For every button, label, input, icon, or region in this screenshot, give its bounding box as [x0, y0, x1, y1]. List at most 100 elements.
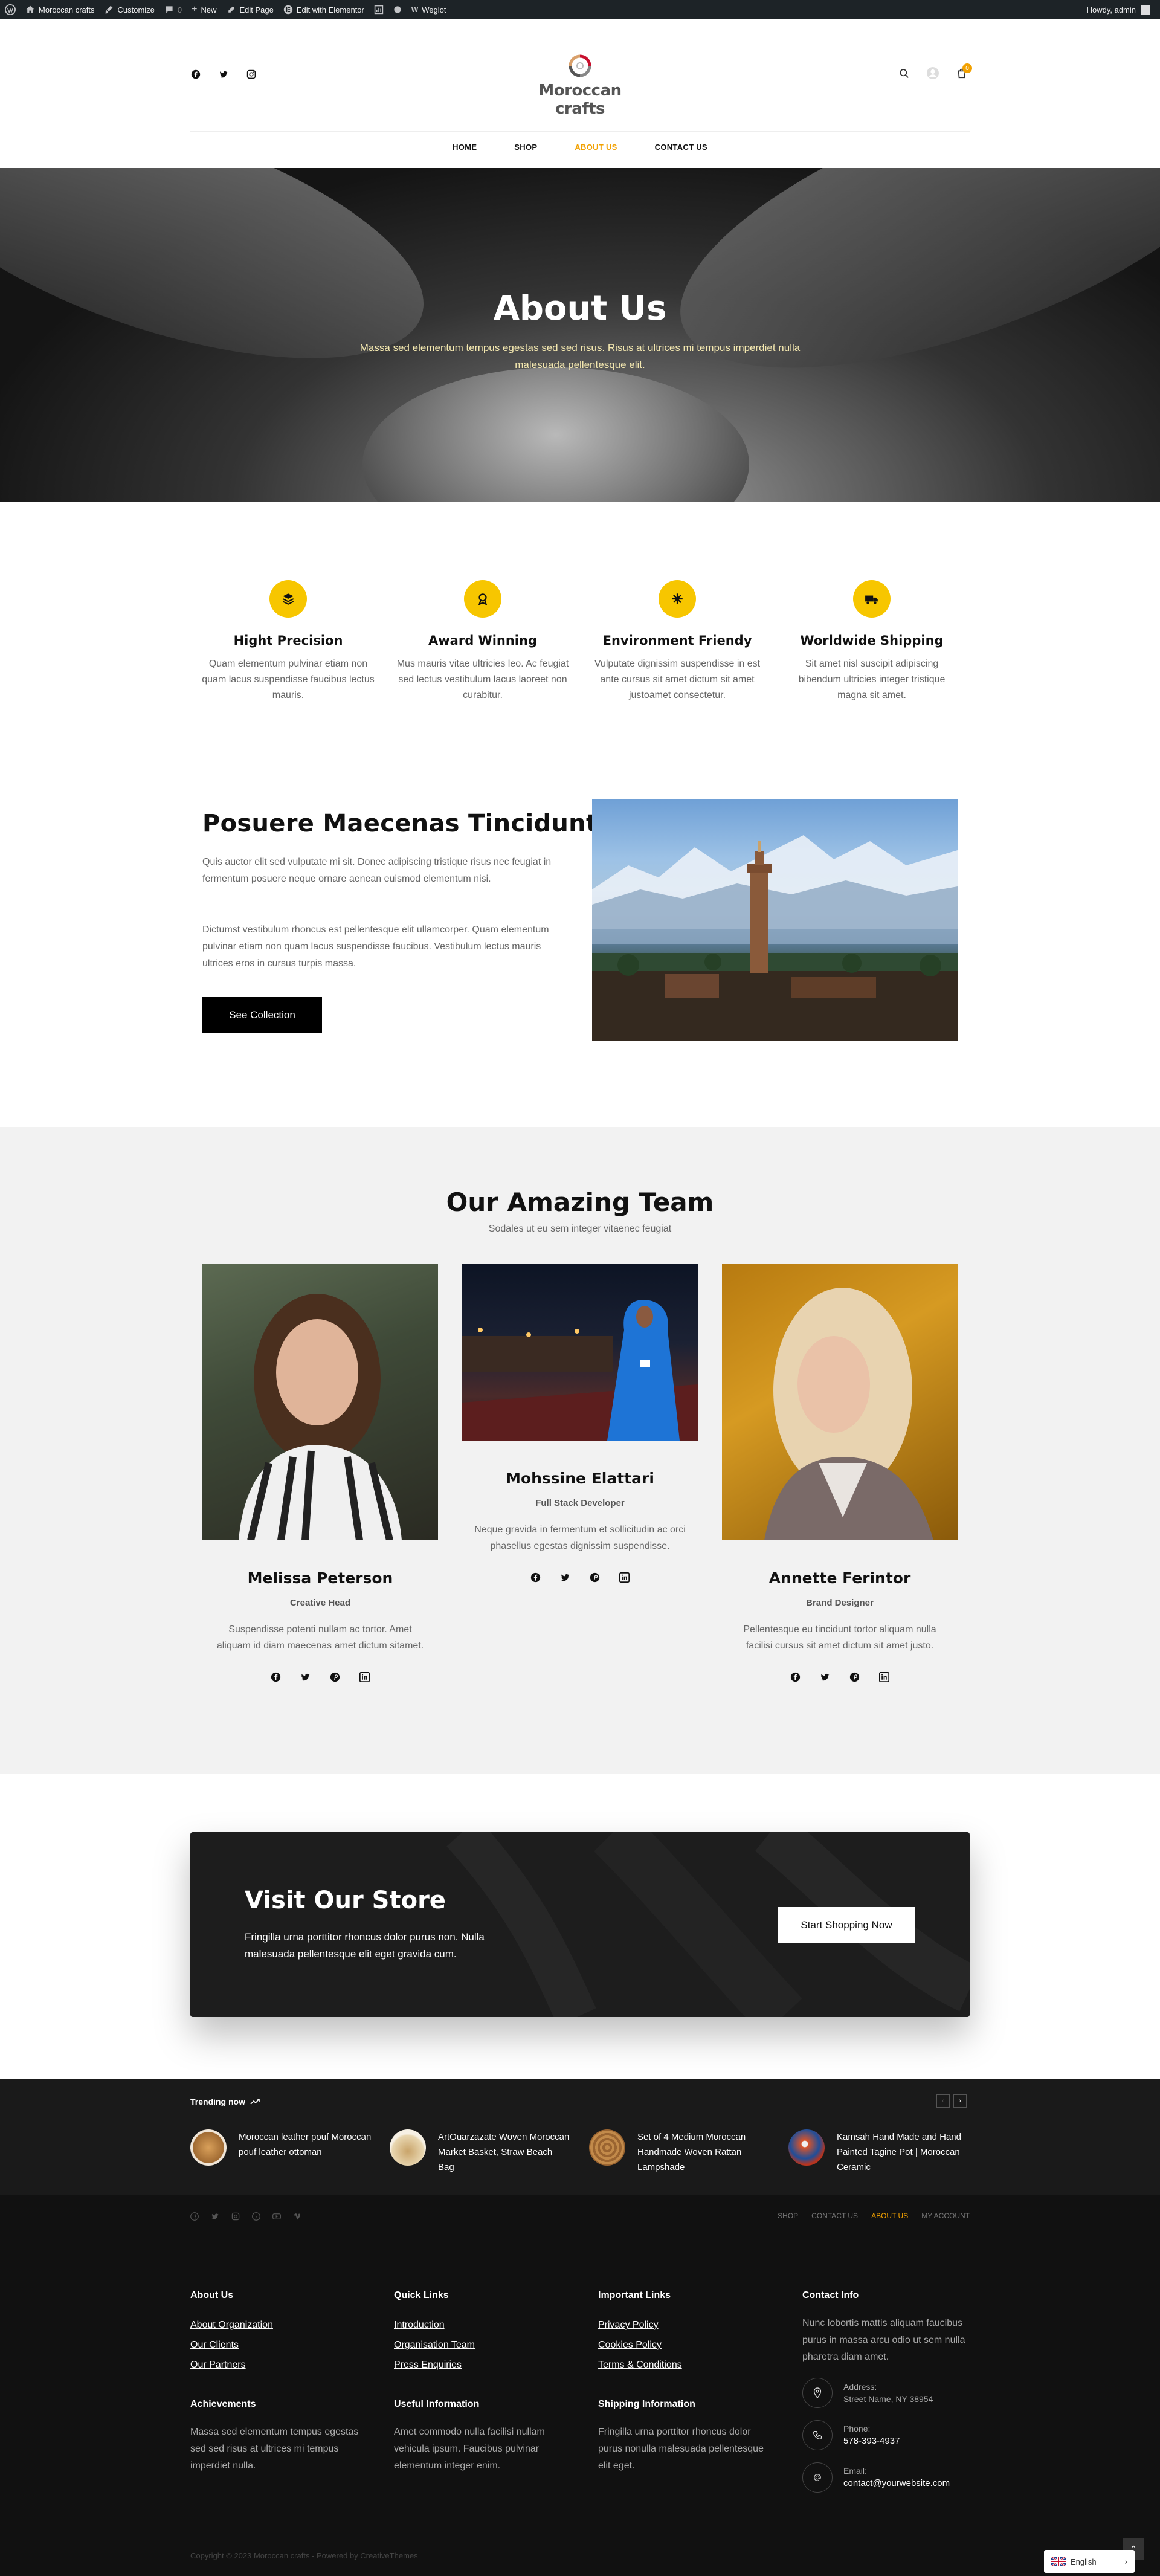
- feature-title: Environment Friendy: [602, 633, 752, 648]
- feature-text: Vulputate dignissim suspendisse in est a…: [594, 659, 761, 700]
- trending-item-title: ArtOuarzazate Woven Moroccan Market Bask…: [438, 2132, 570, 2172]
- instagram-icon[interactable]: [231, 2212, 240, 2221]
- footer-link[interactable]: Our Clients: [190, 2335, 366, 2355]
- footer-link[interactable]: About Organization: [190, 2315, 366, 2335]
- twitter-icon[interactable]: [560, 1572, 570, 1583]
- trending-item-title: Moroccan leather pouf Moroccan pouf leat…: [239, 2132, 372, 2157]
- trending-item[interactable]: ArtOuarzazate Woven Moroccan Market Bask…: [390, 2129, 571, 2175]
- pinterest-icon[interactable]: [252, 2212, 260, 2221]
- customize-link[interactable]: Customize: [104, 0, 155, 19]
- truck-icon: [853, 580, 891, 618]
- cart-button[interactable]: 0: [956, 63, 972, 79]
- nav-shop[interactable]: SHOP: [514, 143, 537, 152]
- footer-nav-contact-us[interactable]: CONTACT US: [811, 2212, 858, 2220]
- team-member-card: Annette Ferintor Brand Designer Pellente…: [722, 1264, 958, 1682]
- footer-social-links: [190, 2212, 301, 2221]
- footer-nav-about-us[interactable]: ABOUT US: [871, 2212, 908, 2220]
- edit-page-label: Edit Page: [239, 5, 274, 15]
- facebook-icon[interactable]: [190, 2212, 199, 2221]
- vimeo-icon[interactable]: [293, 2212, 301, 2221]
- footer-text: Amet commodo nulla facilisi nullam vehic…: [394, 2427, 545, 2471]
- member-photo: [462, 1264, 698, 1441]
- award-icon: [464, 580, 501, 618]
- language-switcher[interactable]: English ›: [1044, 2550, 1135, 2573]
- facebook-icon[interactable]: [530, 1572, 541, 1583]
- stats-link[interactable]: [374, 0, 384, 19]
- weglot-link[interactable]: W Weglot: [411, 0, 446, 19]
- new-link[interactable]: + New: [192, 0, 216, 19]
- twitter-icon[interactable]: [211, 2212, 219, 2221]
- footer-link[interactable]: Privacy Policy: [598, 2315, 773, 2335]
- contact-label: Email:: [843, 2466, 867, 2476]
- weglot-icon: W: [411, 5, 419, 14]
- twitter-icon[interactable]: [300, 1672, 311, 1682]
- trending-item[interactable]: Moroccan leather pouf Moroccan pouf leat…: [190, 2129, 372, 2166]
- footer-heading: Important Links: [598, 2290, 671, 2300]
- hero-banner: About Us Massa sed elementum tempus eges…: [0, 168, 1160, 502]
- footer-link[interactable]: Cookies Policy: [598, 2335, 773, 2355]
- footer-link[interactable]: Our Partners: [190, 2355, 366, 2375]
- start-shopping-button[interactable]: Start Shopping Now: [778, 1907, 915, 1943]
- footer-heading: Contact Info: [802, 2290, 859, 2300]
- member-social: [202, 1672, 438, 1682]
- comment-icon: [166, 6, 173, 13]
- contact-value[interactable]: contact@yourwebsite.com: [843, 2477, 950, 2490]
- comments-link[interactable]: 0: [164, 0, 182, 19]
- product-thumbnail: [788, 2129, 825, 2166]
- facebook-icon[interactable]: [790, 1672, 801, 1682]
- about-paragraph: Quis auctor elit sed vulputate mi sit. D…: [202, 857, 552, 884]
- search-icon[interactable]: [899, 68, 909, 79]
- nav-home[interactable]: HOME: [453, 143, 477, 152]
- trending-item[interactable]: Kamsah Hand Made and Hand Painted Tagine…: [788, 2129, 970, 2175]
- footer-column-shipping-info: Shipping Information Fringilla urna port…: [598, 2396, 773, 2474]
- linkedin-icon[interactable]: [359, 1672, 370, 1682]
- linkedin-icon[interactable]: [879, 1672, 889, 1682]
- feature-title: Hight Precision: [233, 633, 343, 648]
- site-logo[interactable]: Moroccan crafts: [520, 53, 640, 118]
- footer-nav-my-account[interactable]: MY ACCOUNT: [921, 2212, 970, 2220]
- footer-link[interactable]: Introduction: [394, 2315, 569, 2335]
- account-menu[interactable]: Howdy, admin: [1087, 5, 1150, 15]
- twitter-icon[interactable]: [218, 69, 229, 80]
- footer-top-bar: [0, 2195, 1160, 2249]
- facebook-icon[interactable]: [271, 1672, 281, 1682]
- linkedin-icon[interactable]: [619, 1572, 630, 1583]
- chevron-right-icon[interactable]: ›: [953, 2094, 967, 2108]
- nav-about-us[interactable]: ABOUT US: [575, 143, 617, 152]
- pinterest-icon[interactable]: [849, 1672, 860, 1682]
- contact-label: Phone:: [843, 2424, 871, 2433]
- edit-elementor-link[interactable]: Edit with Elementor: [283, 0, 364, 19]
- member-role: Creative Head: [289, 1598, 351, 1608]
- edit-page-link[interactable]: Edit Page: [227, 0, 274, 19]
- see-collection-button[interactable]: See Collection: [202, 997, 322, 1033]
- footer-nav-shop[interactable]: SHOP: [778, 2212, 798, 2220]
- circle-icon: [394, 6, 401, 13]
- pinterest-icon[interactable]: [590, 1572, 600, 1583]
- user-switch-link[interactable]: [393, 0, 402, 19]
- instagram-icon[interactable]: [246, 69, 257, 80]
- chart-icon: [374, 5, 384, 15]
- store-text: Fringilla urna porttitor rhoncus dolor p…: [245, 1931, 485, 1960]
- facebook-icon[interactable]: [190, 69, 201, 80]
- trending-item[interactable]: Set of 4 Medium Moroccan Handmade Woven …: [589, 2129, 770, 2175]
- footer-link[interactable]: Terms & Conditions: [598, 2355, 773, 2375]
- footer-text: Massa sed elementum tempus egestas sed s…: [190, 2427, 359, 2471]
- marrakech-image: [592, 799, 958, 1041]
- nav-contact-us[interactable]: CONTACT US: [655, 143, 707, 152]
- footer-link[interactable]: Organisation Team: [394, 2335, 569, 2355]
- chevron-left-icon[interactable]: ‹: [936, 2094, 950, 2108]
- youtube-icon[interactable]: [272, 2212, 281, 2221]
- contact-value[interactable]: 578-393-4937: [843, 2435, 900, 2448]
- pinterest-icon[interactable]: [330, 1672, 340, 1682]
- wordpress-logo-icon[interactable]: [5, 0, 16, 19]
- feature-card: Award Winning Mus mauris vitae ultricies…: [395, 580, 570, 703]
- site-name-link[interactable]: Moroccan crafts: [25, 0, 94, 19]
- account-icon[interactable]: [926, 66, 939, 80]
- footer-link[interactable]: Press Enquiries: [394, 2355, 569, 2375]
- map-pin-icon: [802, 2378, 833, 2408]
- twitter-icon[interactable]: [820, 1672, 830, 1682]
- pencil-icon: [228, 6, 235, 13]
- header-actions: 0: [899, 63, 972, 80]
- contact-label: Address:: [843, 2382, 877, 2392]
- contact-phone: Phone: 578-393-4937: [802, 2420, 900, 2450]
